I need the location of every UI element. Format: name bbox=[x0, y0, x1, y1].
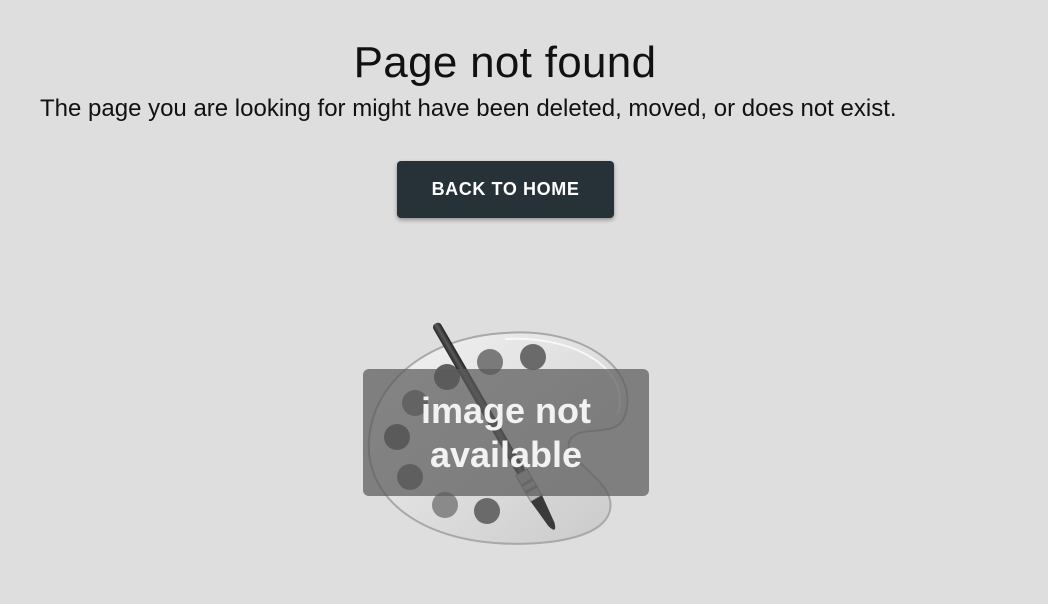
image-not-available-placeholder: image not available bbox=[355, 305, 665, 575]
placeholder-text-line1: image not bbox=[420, 389, 591, 431]
image-not-available-banner: image not available bbox=[363, 369, 649, 496]
placeholder-text-line2: available bbox=[429, 433, 583, 475]
error-message: The page you are looking for might have … bbox=[40, 95, 897, 122]
back-to-home-button[interactable]: BACK TO HOME bbox=[397, 161, 614, 218]
page-title: Page not found bbox=[353, 38, 657, 87]
not-found-page: Page not found The page you are looking … bbox=[0, 0, 1048, 604]
